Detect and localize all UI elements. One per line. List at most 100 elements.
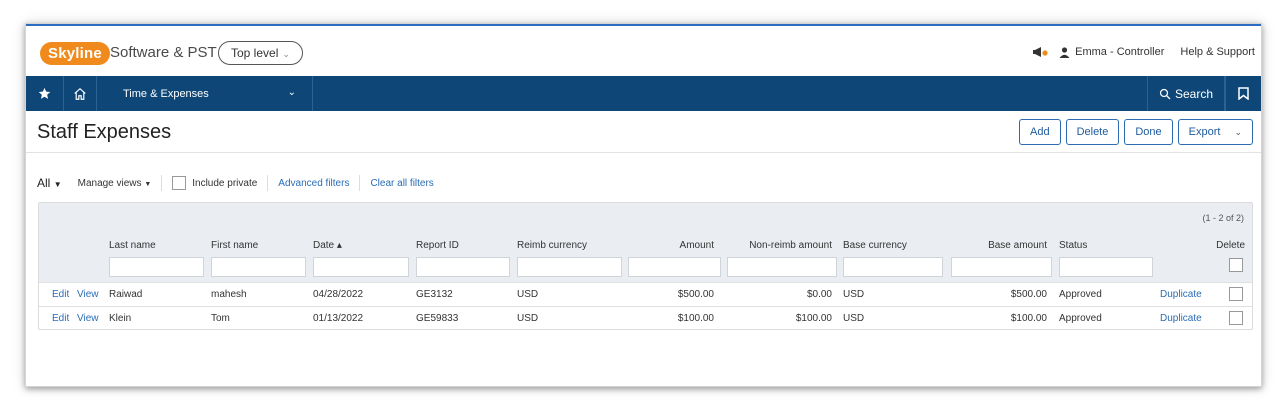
filter-amount[interactable] bbox=[628, 257, 721, 277]
cell-date: 04/28/2022 bbox=[313, 289, 364, 300]
record-count: (1 - 2 of 2) bbox=[1202, 213, 1244, 223]
caret-down-icon: ▼ bbox=[53, 180, 62, 189]
divider bbox=[267, 175, 269, 191]
bookmark-button[interactable] bbox=[1225, 76, 1261, 111]
cell-amount: $100.00 bbox=[677, 313, 714, 324]
title-bar: Staff Expenses Add Delete Done Export ⌄ bbox=[26, 111, 1261, 153]
cell-reimb-currency: USD bbox=[517, 289, 539, 300]
level-selector[interactable]: Top level ⌄ bbox=[218, 41, 303, 65]
action-buttons: Add Delete Done Export ⌄ bbox=[1018, 119, 1253, 145]
export-label: Export bbox=[1188, 126, 1221, 138]
cell-reimb-currency: USD bbox=[517, 313, 539, 324]
table-row: Edit View Raiwad mahesh 04/28/2022 GE313… bbox=[39, 282, 1252, 306]
view-link[interactable]: View bbox=[77, 313, 99, 324]
cell-last-name: Klein bbox=[109, 313, 132, 324]
cell-first-name: Tom bbox=[211, 313, 230, 324]
main-navbar: Time & Expenses ⌄ Search bbox=[26, 76, 1261, 111]
cell-base-amount: $500.00 bbox=[1010, 289, 1047, 300]
grid-header: (1 - 2 of 2) Last name First name Date ▴… bbox=[39, 203, 1252, 282]
top-header: Skyline Software & PST Top level ⌄ Emma -… bbox=[26, 26, 1261, 76]
filter-first-name[interactable] bbox=[211, 257, 306, 277]
product-name: Software & PST bbox=[110, 44, 217, 61]
include-private-label: Include private bbox=[192, 177, 258, 189]
column-header-report-id[interactable]: Report ID bbox=[416, 240, 459, 251]
column-header-status[interactable]: Status bbox=[1059, 240, 1087, 251]
skyline-logo[interactable]: Skyline bbox=[40, 42, 110, 65]
clear-all-filters-link[interactable]: Clear all filters bbox=[370, 178, 433, 189]
column-header-delete: Delete bbox=[1216, 240, 1245, 251]
user-icon bbox=[1059, 46, 1070, 58]
select-all-delete-checkbox[interactable] bbox=[1229, 258, 1243, 272]
user-name[interactable]: Emma - Controller bbox=[1075, 46, 1164, 58]
megaphone-icon[interactable] bbox=[1033, 46, 1049, 58]
column-header-non-reimb-amount[interactable]: Non-reimb amount bbox=[729, 240, 832, 251]
column-header-first-name[interactable]: First name bbox=[211, 240, 258, 251]
caret-down-icon: ▼ bbox=[144, 180, 152, 188]
edit-link[interactable]: Edit bbox=[52, 313, 69, 324]
user-area: Emma - Controller Help & Support bbox=[1033, 46, 1255, 58]
manage-views-menu[interactable]: Manage views ▼ bbox=[78, 178, 152, 189]
help-support-link[interactable]: Help & Support bbox=[1180, 46, 1255, 58]
row-delete-checkbox[interactable] bbox=[1229, 311, 1243, 325]
cell-base-currency: USD bbox=[843, 289, 865, 300]
duplicate-link[interactable]: Duplicate bbox=[1160, 289, 1202, 300]
chevron-down-icon: ⌄ bbox=[282, 49, 290, 59]
cell-date: 01/13/2022 bbox=[313, 313, 364, 324]
include-private-checkbox[interactable] bbox=[172, 176, 187, 190]
search-button[interactable]: Search bbox=[1147, 76, 1225, 111]
edit-link[interactable]: Edit bbox=[52, 289, 69, 300]
cell-base-currency: USD bbox=[843, 313, 865, 324]
module-menu-label: Time & Expenses bbox=[123, 87, 209, 100]
favorites-button[interactable] bbox=[26, 76, 64, 111]
module-menu[interactable]: Time & Expenses ⌄ bbox=[97, 76, 313, 111]
filter-base-currency[interactable] bbox=[843, 257, 943, 277]
cell-last-name: Raiwad bbox=[109, 289, 143, 300]
home-button[interactable] bbox=[64, 76, 97, 111]
cell-first-name: mahesh bbox=[211, 289, 247, 300]
search-icon bbox=[1159, 88, 1171, 99]
filter-status[interactable] bbox=[1059, 257, 1153, 277]
page-title: Staff Expenses bbox=[37, 121, 172, 143]
advanced-filters-link[interactable]: Advanced filters bbox=[278, 178, 349, 189]
column-header-amount[interactable]: Amount bbox=[629, 240, 714, 251]
bookmark-icon bbox=[1238, 87, 1249, 100]
column-header-reimb-currency[interactable]: Reimb currency bbox=[517, 240, 587, 251]
view-link[interactable]: View bbox=[77, 289, 99, 300]
filter-last-name[interactable] bbox=[109, 257, 204, 277]
filter-non-reimb-amount[interactable] bbox=[727, 257, 837, 277]
cell-report-id: GE3132 bbox=[416, 289, 453, 300]
home-icon bbox=[74, 87, 86, 100]
expenses-grid: (1 - 2 of 2) Last name First name Date ▴… bbox=[38, 202, 1253, 330]
filter-base-amount[interactable] bbox=[951, 257, 1052, 277]
cell-non-reimb-amount: $100.00 bbox=[795, 313, 832, 324]
divider bbox=[161, 175, 163, 191]
star-icon bbox=[38, 87, 51, 99]
cell-report-id: GE59833 bbox=[416, 313, 459, 324]
export-button[interactable]: Export ⌄ bbox=[1177, 119, 1253, 145]
view-selector[interactable]: All ▼ bbox=[37, 176, 62, 190]
divider bbox=[359, 175, 361, 191]
search-label: Search bbox=[1174, 86, 1214, 101]
cell-non-reimb-amount: $0.00 bbox=[806, 289, 832, 300]
manage-views-label: Manage views bbox=[77, 177, 142, 189]
column-header-base-currency[interactable]: Base currency bbox=[843, 240, 907, 251]
delete-button[interactable]: Delete bbox=[1065, 119, 1120, 145]
cell-status: Approved bbox=[1059, 289, 1102, 300]
column-header-base-amount[interactable]: Base amount bbox=[951, 240, 1047, 251]
chevron-down-icon: ⌄ bbox=[1234, 127, 1242, 137]
add-button[interactable]: Add bbox=[1018, 119, 1061, 145]
view-selector-label: All bbox=[37, 176, 51, 190]
table-row: Edit View Klein Tom 01/13/2022 GE59833 U… bbox=[39, 306, 1252, 330]
filter-date[interactable] bbox=[313, 257, 409, 277]
filter-reimb-currency[interactable] bbox=[517, 257, 622, 277]
app-window: Skyline Software & PST Top level ⌄ Emma -… bbox=[25, 23, 1262, 387]
duplicate-link[interactable]: Duplicate bbox=[1160, 313, 1202, 324]
cell-amount: $500.00 bbox=[677, 289, 714, 300]
done-button[interactable]: Done bbox=[1124, 119, 1173, 145]
row-delete-checkbox[interactable] bbox=[1229, 287, 1243, 301]
level-selector-label: Top level bbox=[231, 46, 279, 60]
column-header-date[interactable]: Date ▴ bbox=[313, 240, 342, 251]
chevron-down-icon: ⌄ bbox=[287, 87, 296, 98]
column-header-last-name[interactable]: Last name bbox=[109, 240, 156, 251]
filter-report-id[interactable] bbox=[416, 257, 510, 277]
